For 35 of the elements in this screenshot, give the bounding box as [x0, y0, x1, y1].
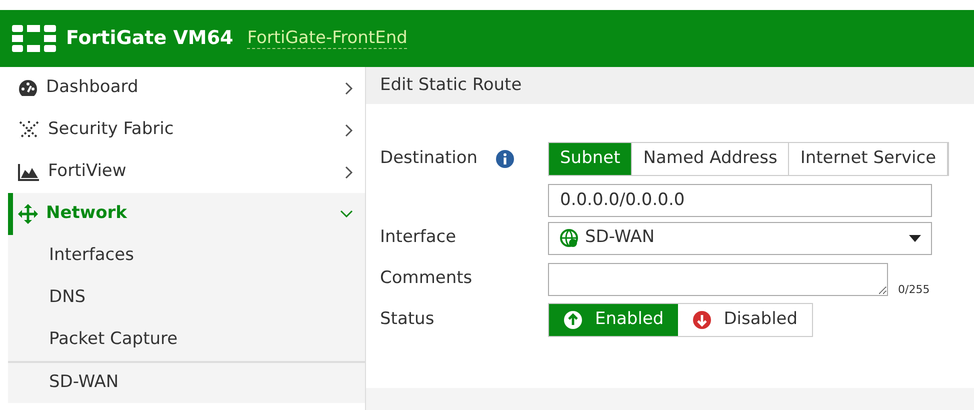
sidebar-item[interactable]: Network	[8, 193, 365, 235]
segment-tab[interactable]: Subnet	[549, 143, 632, 175]
field-label: Destination	[380, 147, 478, 170]
comments-field[interactable]	[548, 262, 888, 296]
dropdown-caret-icon	[909, 234, 921, 242]
subnet-input[interactable]: 0.0.0.0/0.0.0.0	[548, 184, 932, 216]
chevron-right-icon	[345, 82, 353, 94]
sidebar-subitem[interactable]: Interfaces	[8, 235, 365, 277]
chevron-right-icon	[345, 124, 353, 136]
status-toggle[interactable]: Enabled	[549, 304, 678, 336]
logo-icon	[12, 24, 56, 52]
panel-title: Edit Static Route	[380, 74, 522, 97]
move-arrows-icon	[18, 204, 38, 224]
field-label: Comments	[380, 267, 472, 290]
globe-icon	[559, 228, 579, 248]
character-counter: 0/255	[898, 282, 930, 298]
area-chart-icon	[18, 163, 40, 181]
sidebar-subitem[interactable]: Packet Capture	[8, 319, 365, 361]
dashboard-icon	[18, 79, 38, 97]
chevron-down-icon	[340, 210, 353, 218]
field-label: Status	[380, 308, 434, 332]
fabric-icon	[18, 120, 40, 140]
hostname-link[interactable]: FortiGate-FrontEnd	[247, 28, 408, 50]
arrow-up-icon	[563, 310, 583, 330]
info-icon	[496, 150, 514, 168]
interface-select[interactable]: SD-WAN	[548, 222, 932, 254]
product-name: FortiGate VM64	[66, 26, 234, 52]
chevron-right-icon	[345, 166, 353, 178]
sidebar-item[interactable]: FortiView	[8, 151, 365, 193]
sidebar-item[interactable]: Security Fabric	[8, 109, 365, 151]
sidebar-subitem[interactable]: SD-WAN	[8, 361, 365, 403]
field-label: Interface	[380, 226, 456, 250]
sidebar-item[interactable]: Dashboard	[8, 67, 365, 109]
sidebar-subitem[interactable]: DNS	[8, 277, 365, 319]
arrow-down-icon	[692, 310, 712, 330]
